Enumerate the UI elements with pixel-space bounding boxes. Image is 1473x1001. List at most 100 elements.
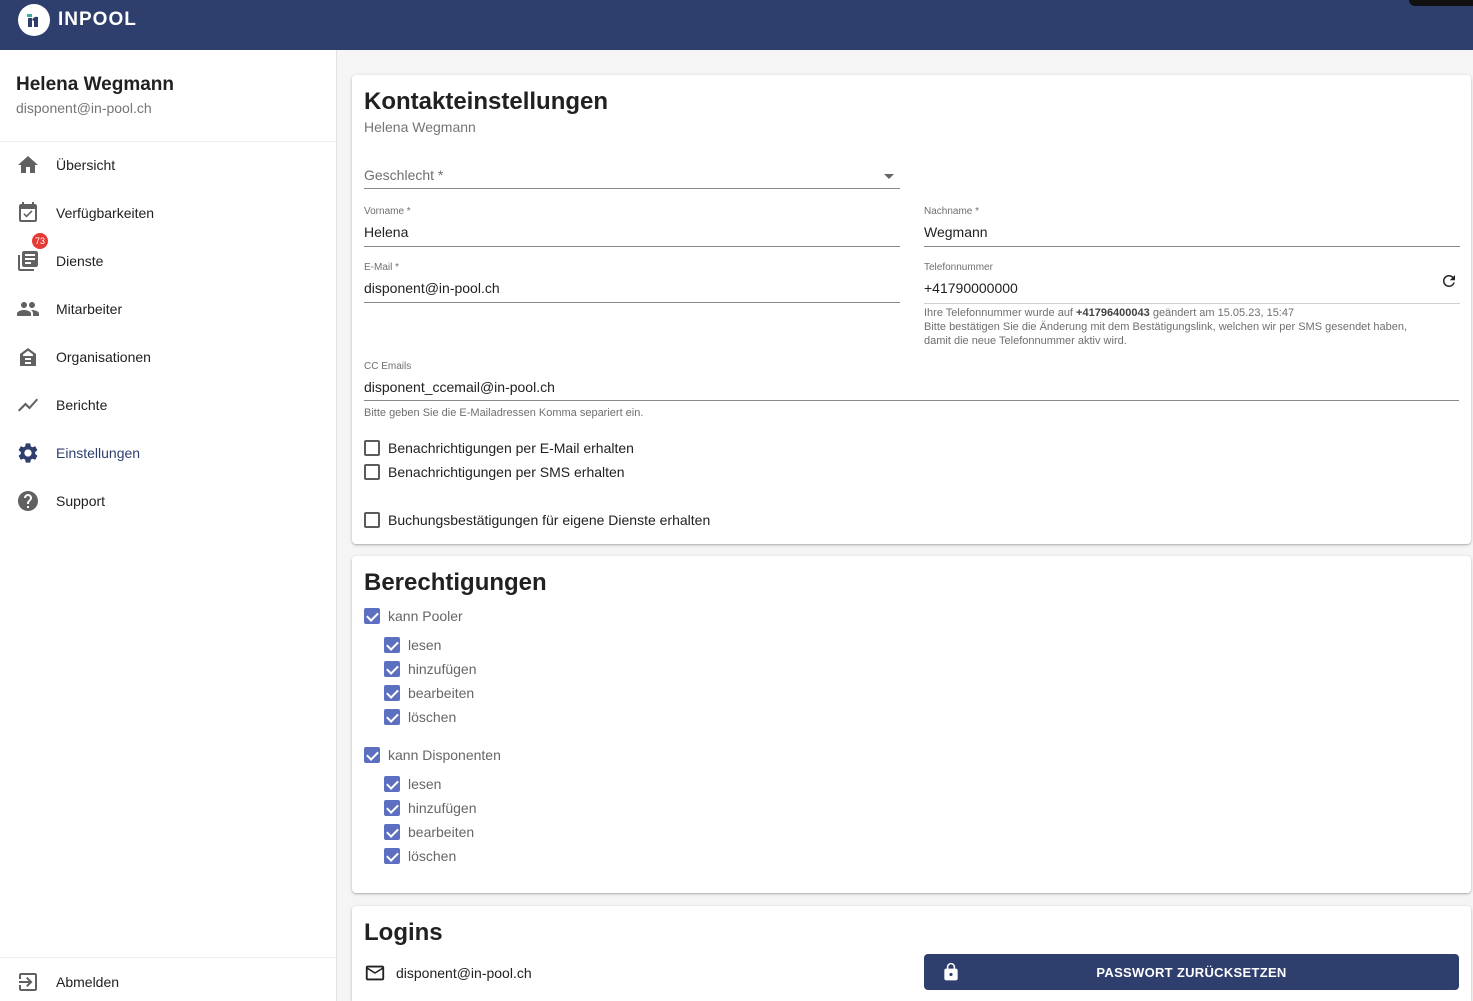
app-logo[interactable]: INPOOL — [18, 4, 137, 36]
sidebar-item-dienste[interactable]: 73 Dienste — [0, 233, 336, 285]
login-email: disponent@in-pool.ch — [396, 965, 532, 981]
permission-pooler[interactable]: kann Pooler — [364, 606, 463, 626]
permission-pooler-lesen[interactable]: lesen — [384, 635, 441, 655]
sidebar-item-label: Einstellungen — [56, 445, 141, 461]
corner-indicator — [1409, 0, 1473, 6]
card-title: Kontakteinstellungen — [364, 88, 609, 115]
checkbox[interactable] — [384, 824, 400, 840]
sidebar-item-abmelden[interactable]: Abmelden — [0, 957, 336, 1001]
permission-pooler-bearbeiten[interactable]: bearbeiten — [384, 683, 474, 703]
reset-password-button[interactable]: PASSWORT ZURÜCKSETZEN — [924, 954, 1459, 990]
checkbox-label: hinzufügen — [408, 661, 477, 677]
checkbox-label: Benachrichtigungen per SMS erhalten — [388, 464, 625, 480]
checkbox[interactable] — [364, 512, 380, 528]
hint-text: damit die neue Telefonnummer aktiv wird. — [924, 335, 1127, 347]
sidebar-item-berichte[interactable]: Berichte — [0, 381, 336, 429]
field-label: Vorname * — [364, 206, 411, 217]
cc-emails-field[interactable]: CC Emails disponent_ccemail@in-pool.ch — [364, 361, 1459, 401]
checkbox[interactable] — [364, 464, 380, 480]
list-icon — [18, 251, 38, 271]
chevron-down-icon[interactable] — [884, 174, 894, 179]
booking-confirm-checkbox[interactable]: Buchungsbestätigungen für eigene Dienste… — [364, 510, 710, 530]
checkbox[interactable] — [364, 747, 380, 763]
field-label: E-Mail * — [364, 262, 400, 273]
calendar-check-icon — [19, 202, 37, 222]
sidebar-item-label: Support — [56, 493, 106, 509]
checkbox[interactable] — [384, 800, 400, 816]
building-icon — [20, 348, 36, 366]
checkbox[interactable] — [384, 661, 400, 677]
field-label: Nachname * — [924, 206, 980, 217]
checkbox[interactable] — [384, 637, 400, 653]
sidebar-item-verfuegbarkeiten[interactable]: Verfügbarkeiten — [0, 189, 336, 237]
email-field[interactable]: E-Mail * disponent@in-pool.ch — [364, 262, 900, 303]
checkbox-label: löschen — [408, 848, 457, 864]
cc-emails-hint: Bitte geben Sie die E-Mailadressen Komma… — [364, 407, 644, 419]
field-label: CC Emails — [364, 361, 412, 372]
field-label: Telefonnummer — [924, 262, 993, 273]
card-title: Logins — [364, 919, 443, 946]
checkbox-label: bearbeiten — [408, 685, 475, 701]
checkbox[interactable] — [384, 709, 400, 725]
sidebar-item-label: Übersicht — [56, 157, 116, 173]
permission-disponenten-loeschen[interactable]: löschen — [384, 846, 456, 866]
checkbox[interactable] — [364, 440, 380, 456]
phone-field[interactable]: Telefonnummer +41790000000 — [924, 262, 1460, 304]
home-icon — [18, 156, 38, 173]
hint-pending-number: +41796400043 — [1076, 307, 1150, 319]
sidebar-item-organisationen[interactable]: Organisationen — [0, 333, 336, 381]
trending-icon — [18, 398, 38, 412]
sidebar-item-mitarbeiter[interactable]: Mitarbeiter — [0, 285, 336, 333]
sms-notify-checkbox[interactable]: Benachrichtigungen per SMS erhalten — [364, 462, 625, 482]
firstname-field[interactable]: Vorname * Helena — [364, 206, 900, 247]
permission-pooler-loeschen[interactable]: löschen — [384, 707, 456, 727]
field-value: +41790000000 — [924, 280, 1018, 296]
refresh-icon[interactable] — [1440, 272, 1458, 290]
notification-badge: 73 — [32, 233, 49, 249]
checkbox-label: kann Disponenten — [388, 747, 501, 763]
lastname-field[interactable]: Nachname * Wegmann — [924, 206, 1460, 247]
sidebar-item-support[interactable]: Support — [0, 477, 336, 525]
permission-disponenten-bearbeiten[interactable]: bearbeiten — [384, 822, 474, 842]
brand-name: INPOOL — [58, 9, 137, 30]
sidebar-item-einstellungen[interactable]: Einstellungen — [0, 429, 336, 477]
permissions-card: Berechtigungen kann Pooler lesen hinzufü… — [352, 556, 1471, 893]
user-email: disponent@in-pool.ch — [16, 100, 152, 116]
sidebar-item-label: Mitarbeiter — [56, 301, 123, 317]
email-notify-checkbox[interactable]: Benachrichtigungen per E-Mail erhalten — [364, 438, 634, 458]
checkbox[interactable] — [384, 685, 400, 701]
sidebar-item-uebersicht[interactable]: Übersicht — [0, 141, 336, 189]
top-app-bar: INPOOL — [0, 0, 1473, 50]
sidebar-item-label: Organisationen — [56, 349, 151, 365]
field-value: Wegmann — [924, 224, 988, 240]
permission-pooler-hinzufuegen[interactable]: hinzufügen — [384, 659, 477, 679]
sidebar-item-label: Verfügbarkeiten — [56, 205, 155, 221]
people-icon — [17, 302, 39, 316]
checkbox[interactable] — [364, 608, 380, 624]
checkbox[interactable] — [384, 776, 400, 792]
logo-mark-icon — [18, 4, 50, 36]
checkbox[interactable] — [384, 848, 400, 864]
hint-text: geändert am 15.05.23, 15:47 — [1149, 307, 1295, 319]
checkbox-label: löschen — [408, 709, 457, 725]
gender-placeholder: Geschlecht * — [364, 167, 444, 183]
checkbox-label: hinzufügen — [408, 800, 477, 816]
sidebar: Helena Wegmann disponent@in-pool.ch Über… — [0, 50, 337, 1001]
checkbox-label: lesen — [408, 776, 442, 792]
checkbox-label: lesen — [408, 637, 442, 653]
permission-disponenten-hinzufuegen[interactable]: hinzufügen — [384, 798, 477, 818]
hint-text: Bitte bestätigen Sie die Änderung mit de… — [924, 321, 1408, 333]
card-title: Berechtigungen — [364, 569, 547, 596]
phone-change-hint: Ihre Telefonnummer wurde auf +4179640004… — [924, 306, 1464, 348]
mail-icon — [365, 965, 385, 981]
card-subtitle: Helena Wegmann — [364, 119, 476, 135]
permission-disponenten[interactable]: kann Disponenten — [364, 745, 501, 765]
checkbox-label: Buchungsbestätigungen für eigene Dienste… — [388, 512, 711, 528]
help-icon — [18, 491, 38, 511]
lock-icon — [944, 962, 958, 981]
permission-disponenten-lesen[interactable]: lesen — [384, 774, 441, 794]
gender-select[interactable]: Geschlecht * — [364, 161, 900, 189]
contact-settings-card: Kontakteinstellungen Helena Wegmann Gesc… — [352, 75, 1471, 544]
logins-card: Logins disponent@in-pool.ch PASSWORT ZUR… — [352, 906, 1471, 1001]
logout-icon — [19, 972, 37, 991]
